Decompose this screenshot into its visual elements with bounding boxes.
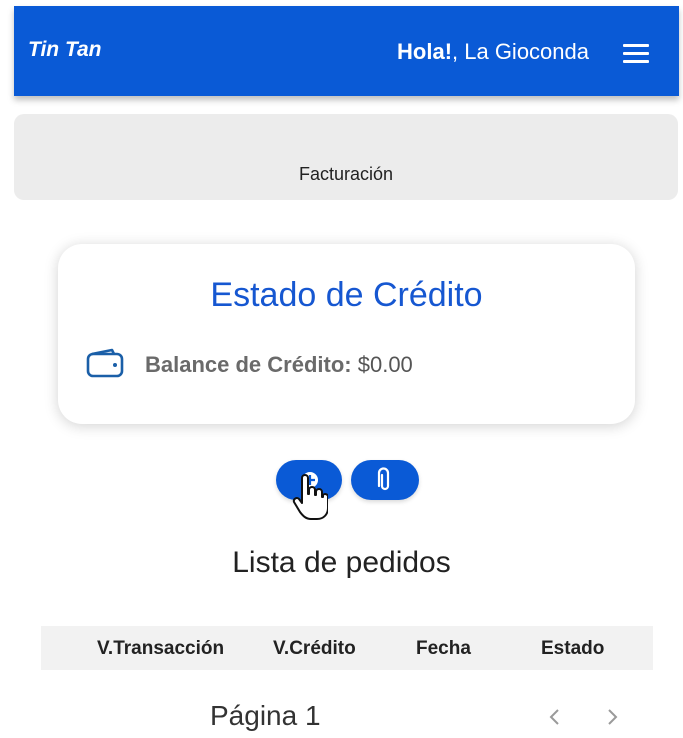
balance-value: $0.00	[357, 352, 413, 377]
column-header-credit[interactable]: V.Crédito	[273, 638, 356, 660]
wallet-icon	[86, 348, 124, 378]
chevron-right-icon[interactable]	[602, 706, 622, 728]
hand-pointer-cursor-icon	[292, 474, 328, 520]
top-app-bar: Tin Tan Hola!, La Gioconda	[14, 6, 679, 96]
credit-card-title: Estado de Crédito	[210, 276, 483, 314]
column-header-status[interactable]: Estado	[541, 638, 604, 660]
credit-status-card: Estado de Crédito Balance de Crédito: $0…	[58, 244, 635, 424]
section-title: Facturación	[298, 164, 394, 184]
greeting-user-name: , La Gioconda	[452, 39, 589, 64]
hamburger-menu-icon[interactable]	[623, 44, 649, 64]
section-header: Facturación	[14, 114, 678, 200]
user-greeting: Hola!, La Gioconda	[397, 39, 589, 65]
attach-file-button[interactable]	[351, 460, 419, 500]
column-header-transaction[interactable]: V.Transacción	[97, 638, 224, 660]
brand-logo[interactable]: Tin Tan	[28, 38, 102, 62]
greeting-bold: Hola!	[397, 39, 453, 64]
column-header-date[interactable]: Fecha	[416, 638, 471, 660]
paperclip-icon	[377, 467, 390, 491]
page-indicator: Página 1	[210, 700, 321, 731]
balance-label: Balance de Crédito:	[145, 352, 352, 377]
orders-table-header: V.Transacción V.Crédito Fecha Estado	[41, 626, 653, 670]
orders-list-title: Lista de pedidos	[232, 546, 451, 579]
credit-balance: Balance de Crédito: $0.00	[145, 352, 413, 378]
chevron-left-icon[interactable]	[545, 706, 565, 728]
